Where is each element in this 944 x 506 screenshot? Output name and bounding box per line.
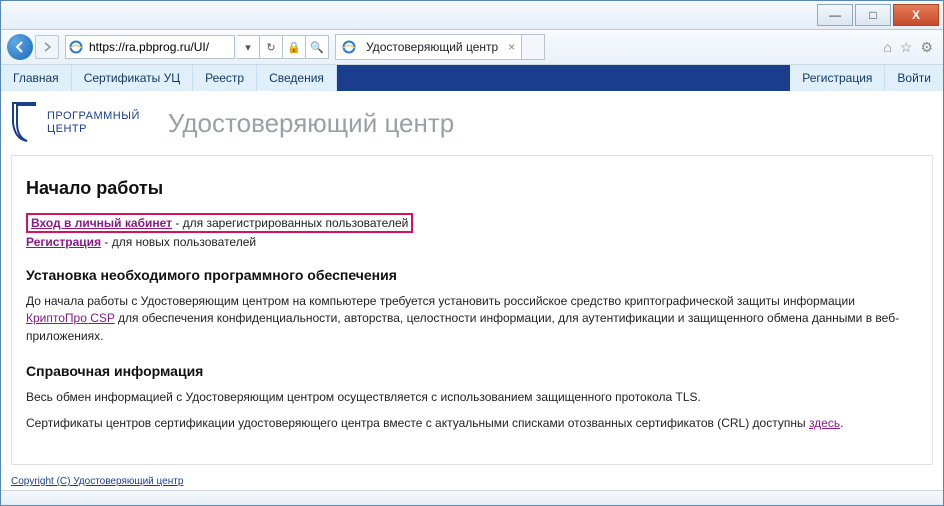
window-bottom-border xyxy=(1,490,943,505)
page-footer: Copyright (C) Удостоверяющий центр Copyr… xyxy=(1,469,943,490)
menu-certificates[interactable]: Сертификаты УЦ xyxy=(72,65,193,91)
window-close-button[interactable]: X xyxy=(893,4,939,26)
ie-icon xyxy=(69,40,83,54)
heading-reference: Справочная информация xyxy=(26,363,918,379)
back-button[interactable] xyxy=(7,34,33,60)
address-bar-buttons: ▾ ↻ 🔒 🔍 xyxy=(237,35,329,59)
browser-tab[interactable]: Удостоверяющий центр × xyxy=(335,34,522,60)
new-tab-button[interactable] xyxy=(522,34,545,60)
cryptopro-link[interactable]: КриптоПро CSP xyxy=(26,311,115,325)
favorites-icon[interactable]: ☆ xyxy=(900,39,913,56)
menu-info[interactable]: Сведения xyxy=(257,65,337,91)
install-paragraph: До начала работы с Удостоверяющим центро… xyxy=(26,293,918,345)
browser-window: — □ X ▾ ↻ 🔒 🔍 Удостоверяющий центр xyxy=(0,0,944,506)
home-icon[interactable]: ⌂ xyxy=(883,39,891,55)
page-header: ПРОГРАММНЫЙ ЦЕНТР Удостоверяющий центр xyxy=(1,91,943,155)
page-title: Удостоверяющий центр xyxy=(168,108,454,139)
login-suffix: - для зарегистрированных пользователей xyxy=(172,216,408,230)
logo-line2: ЦЕНТР xyxy=(47,123,140,136)
footer-link-uc[interactable]: Copyright (C) Удостоверяющий центр xyxy=(11,475,933,489)
tab-favicon xyxy=(342,40,356,54)
forward-button[interactable] xyxy=(35,35,59,59)
registration-link[interactable]: Регистрация xyxy=(26,235,101,249)
site-menubar: Главная Сертификаты УЦ Реестр Сведения Р… xyxy=(1,65,943,91)
footer-link-cryptopro[interactable]: Copyright (C) Крипто-Про 2016 xyxy=(11,489,933,490)
menu-registry[interactable]: Реестр xyxy=(193,65,257,91)
address-bar[interactable] xyxy=(65,35,235,59)
tab-close-button[interactable]: × xyxy=(508,40,515,54)
toolbar-right-icons: ⌂ ☆ ⚙ xyxy=(883,39,937,56)
menu-registration[interactable]: Регистрация xyxy=(790,65,885,91)
heading-install: Установка необходимого программного обес… xyxy=(26,267,918,283)
content-frame: Начало работы Вход в личный кабинет - дл… xyxy=(11,155,933,465)
registration-suffix: - для новых пользователей xyxy=(101,235,256,249)
url-input[interactable] xyxy=(87,39,231,55)
logo: ПРОГРАММНЫЙ ЦЕНТР xyxy=(11,101,140,145)
url-dropdown-icon[interactable]: ▾ xyxy=(237,35,260,59)
login-link[interactable]: Вход в личный кабинет xyxy=(31,216,172,230)
menu-login[interactable]: Войти xyxy=(885,65,943,91)
settings-icon[interactable]: ⚙ xyxy=(920,39,933,56)
window-titlebar: — □ X xyxy=(1,1,943,30)
logo-text: ПРОГРАММНЫЙ ЦЕНТР xyxy=(47,110,140,136)
window-minimize-button[interactable]: — xyxy=(817,4,853,26)
tab-title: Удостоверяющий центр xyxy=(366,40,498,54)
reference-p2: Сертификаты центров сертификации удостов… xyxy=(26,415,918,432)
window-maximize-button[interactable]: □ xyxy=(855,4,891,26)
browser-toolbar: ▾ ↻ 🔒 🔍 Удостоверяющий центр × ⌂ ☆ ⚙ xyxy=(1,30,943,65)
login-row-highlight: Вход в личный кабинет - для зарегистриро… xyxy=(26,213,413,233)
menu-main[interactable]: Главная xyxy=(1,65,72,91)
search-button[interactable]: 🔍 xyxy=(306,35,329,59)
logo-line1: ПРОГРАММНЫЙ xyxy=(47,110,140,123)
shield-icon xyxy=(11,101,41,145)
heading-start: Начало работы xyxy=(26,178,918,199)
refresh-button[interactable]: ↻ xyxy=(260,35,283,59)
lock-icon: 🔒 xyxy=(283,35,306,59)
crl-link[interactable]: здесь xyxy=(809,416,840,430)
page-viewport: Главная Сертификаты УЦ Реестр Сведения Р… xyxy=(1,65,943,490)
reference-p1: Весь обмен информацией с Удостоверяющим … xyxy=(26,389,918,406)
